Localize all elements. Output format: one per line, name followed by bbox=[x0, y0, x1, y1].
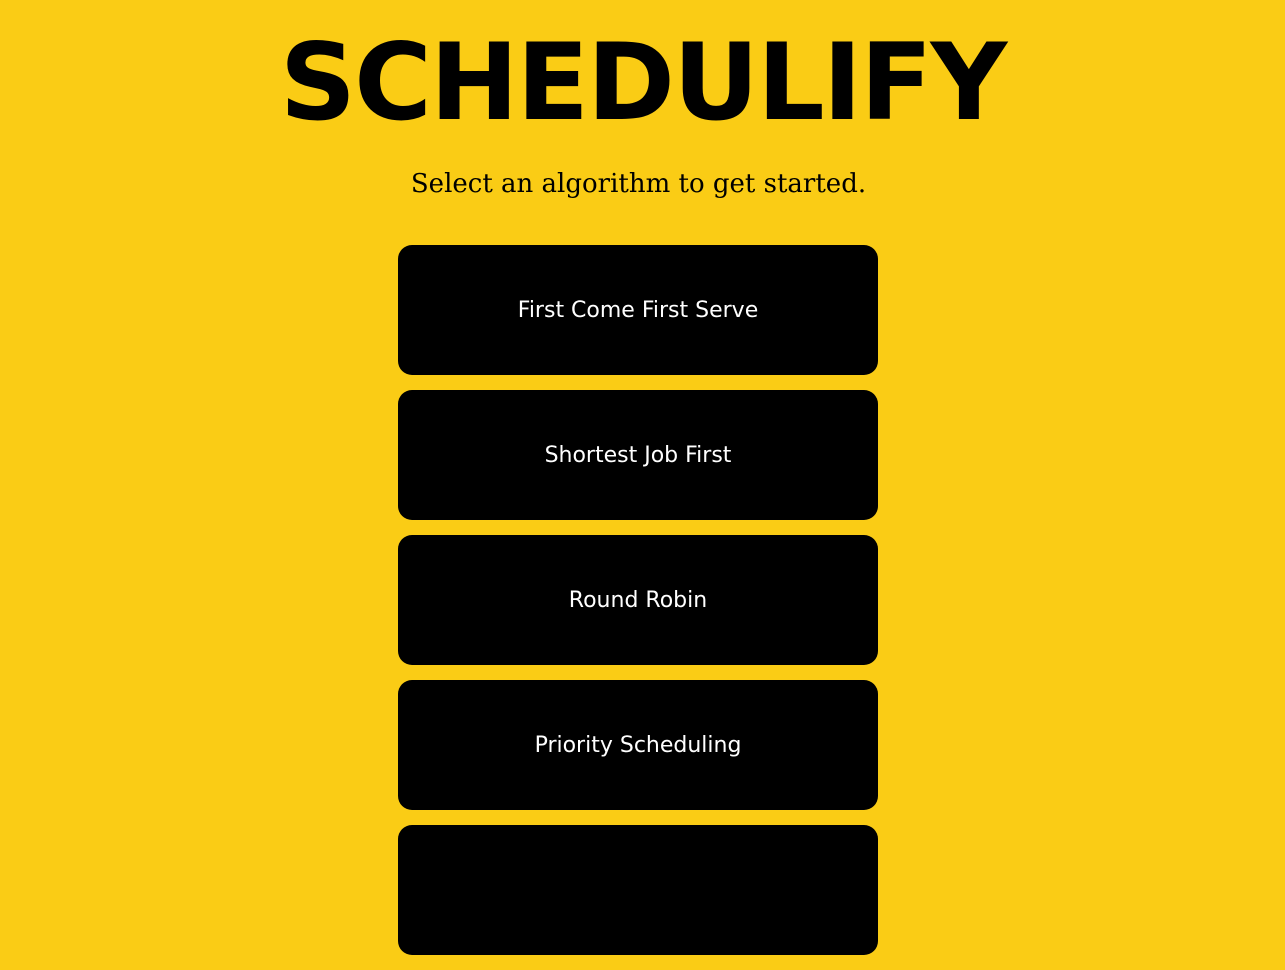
algorithm-button-priority[interactable]: Priority Scheduling bbox=[398, 680, 878, 810]
algorithm-button-label: Shortest Job First bbox=[544, 442, 732, 468]
page-subtitle: Select an algorithm to get started. bbox=[410, 169, 867, 199]
algorithm-button-label: First Come First Serve bbox=[517, 297, 759, 323]
algorithm-button-sjf[interactable]: Shortest Job First bbox=[398, 390, 878, 520]
algorithm-button-label: Round Robin bbox=[568, 587, 708, 613]
app-title: SCHEDULIFY bbox=[279, 21, 1007, 144]
algorithm-button-round-robin[interactable]: Round Robin bbox=[398, 535, 878, 665]
algorithm-button-label: Priority Scheduling bbox=[534, 732, 742, 758]
algorithm-button-fcfs[interactable]: First Come First Serve bbox=[398, 245, 878, 375]
algorithm-list: First Come First Serve Shortest Job Firs… bbox=[398, 245, 878, 970]
algorithm-button-partial[interactable] bbox=[398, 825, 878, 955]
